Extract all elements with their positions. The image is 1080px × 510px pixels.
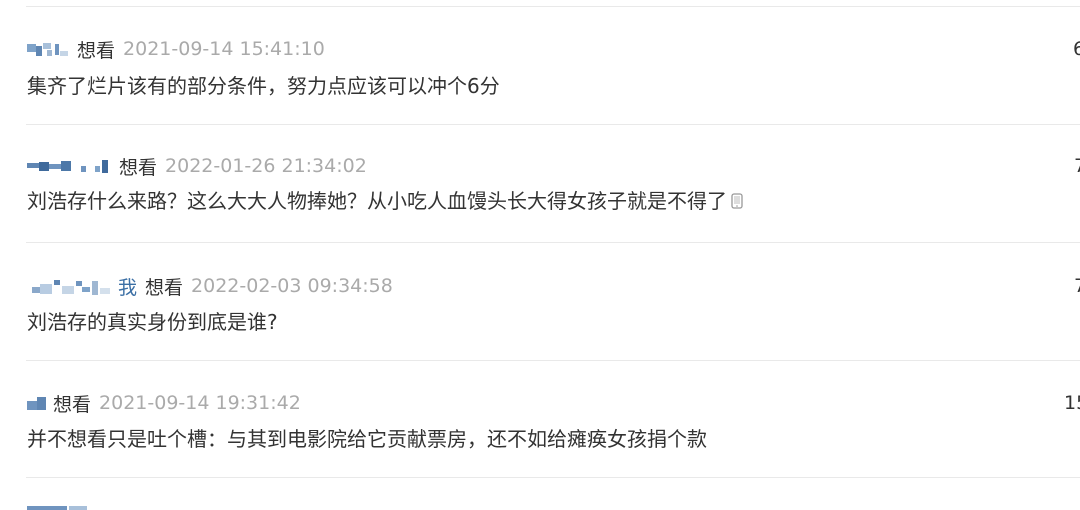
mobile-phone-icon (731, 189, 743, 215)
comment-time: 2021-09-14 19:31:42 (99, 392, 301, 414)
comment-list: 想看 2021-09-14 15:41:10 6 集齐了烂片该有的部分条件，努力… (0, 0, 1080, 510)
comment-text: 并不想看只是吐个槽：与其到电影院给它贡献票房，还不如给瘫痪女孩捐个款 (27, 427, 707, 451)
comment-meta: 想看 2021-09-14 15:41:10 (27, 37, 325, 62)
pixelated-username[interactable] (32, 278, 112, 295)
vote-count[interactable]: 7 (1074, 154, 1080, 178)
rating-label: 想看 (119, 156, 158, 179)
comment-meta: 想看 2021-09-14 19:31:42 (27, 391, 301, 416)
rating-label: 想看 (53, 393, 92, 416)
vote-count[interactable]: 6 (1073, 37, 1080, 61)
comment-item (0, 504, 1080, 510)
rating-label: 想看 (77, 39, 116, 62)
comment-meta: 想看 2022-01-26 21:34:02 (27, 154, 367, 179)
vote-count[interactable]: 15 (1064, 391, 1080, 415)
comment-item: 想看 2021-09-14 19:31:42 15 并不想看只是吐个槽：与其到电… (0, 391, 1080, 491)
comment-meta: 我 想看 2022-02-03 09:34:58 (32, 273, 393, 300)
comment-item: 想看 2021-09-14 15:41:10 6 集齐了烂片该有的部分条件，努力… (0, 37, 1080, 137)
comment-text: 刘浩存什么来路？这么大大人物捧她？从小吃人血馒头长大得女孩子就是不得了 (27, 188, 743, 214)
pixelated-username[interactable] (27, 158, 111, 174)
vote-count[interactable]: 7 (1074, 274, 1080, 298)
divider (26, 124, 1080, 125)
comment-text: 刘浩存的真实身份到底是谁? (27, 310, 278, 334)
comment-time: 2022-02-03 09:34:58 (191, 275, 393, 297)
rating-label: 想看 (145, 276, 184, 299)
divider (26, 360, 1080, 361)
comment-item: 想看 2022-01-26 21:34:02 7 刘浩存什么来路？这么大大人物捧… (0, 154, 1080, 254)
pixelated-username[interactable] (27, 41, 69, 57)
comment-text: 集齐了烂片该有的部分条件，努力点应该可以冲个6分 (27, 74, 500, 98)
divider (26, 242, 1080, 243)
divider (26, 477, 1080, 478)
comment-time: 2022-01-26 21:34:02 (165, 155, 367, 177)
self-user-label[interactable]: 我 (118, 273, 137, 300)
comment-time: 2021-09-14 15:41:10 (123, 38, 325, 60)
pixelated-username[interactable] (27, 395, 47, 411)
comment-text-body: 刘浩存什么来路？这么大大人物捧她？从小吃人血馒头长大得女孩子就是不得了 (27, 189, 727, 213)
divider (26, 6, 1080, 7)
pixelated-username[interactable] (27, 506, 87, 510)
comment-item: 我 想看 2022-02-03 09:34:58 7 刘浩存的真实身份到底是谁? (0, 274, 1080, 374)
